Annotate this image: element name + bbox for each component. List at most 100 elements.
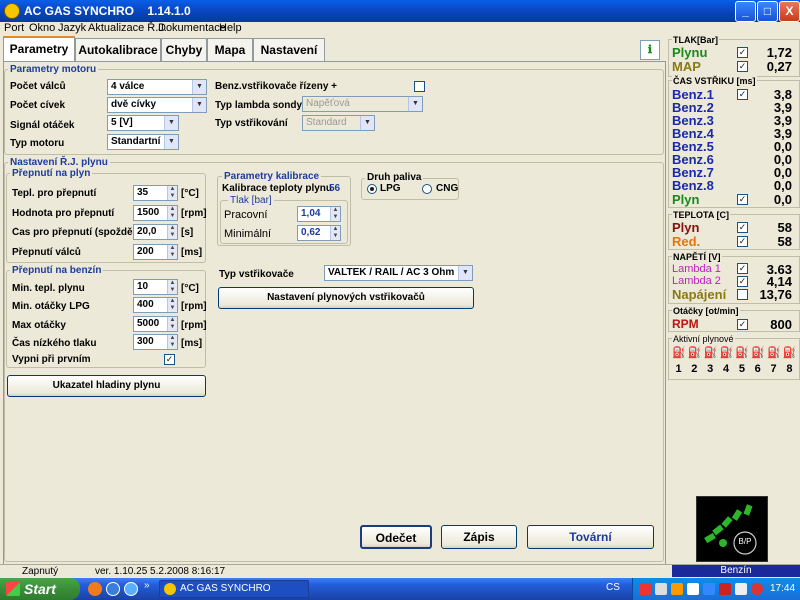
minimalni-input[interactable]: 0,62 ▲ ▼: [297, 225, 341, 241]
nastaveni-rj-title: Nastavení Ř.J. plynu: [8, 157, 110, 168]
menu-dokumentace[interactable]: Dokumentace: [158, 22, 226, 34]
napajeni-checkbox[interactable]: [737, 289, 748, 300]
pracovni-label: Pracovní: [224, 209, 268, 221]
menu-jazyk[interactable]: Jazyk: [58, 22, 86, 34]
hodnota-prepnuti-input[interactable]: 1500 ▲ ▼: [133, 205, 178, 221]
injector-numbers: 1 2 3 4 5 6 7 8: [672, 363, 796, 375]
spinner-arrows-icon[interactable]: ▲ ▼: [167, 206, 177, 220]
menu-aktualizace[interactable]: Aktualizace Ř.J.: [88, 22, 167, 34]
tab-parametry[interactable]: Parametry: [3, 36, 75, 62]
spinner-arrows-icon[interactable]: ▲ ▼: [167, 186, 177, 200]
browser-icon[interactable]: [106, 582, 120, 596]
tlak-map-value: 0,27: [766, 59, 792, 74]
nastaveni-vstrikovacu-button[interactable]: Nastavení plynových vstřikovačů: [218, 287, 474, 309]
tray-icon[interactable]: [655, 583, 667, 595]
min-otacky-lpg-input[interactable]: 400 ▲ ▼: [133, 297, 178, 313]
fuel-level-gauge[interactable]: B/P: [696, 496, 768, 562]
cng-radio[interactable]: [422, 184, 432, 194]
tlak-plynu-checkbox[interactable]: ✓: [737, 47, 748, 58]
tray-icon[interactable]: [687, 583, 699, 595]
tlak-map-checkbox[interactable]: ✓: [737, 61, 748, 72]
teplota-plyn-checkbox[interactable]: ✓: [737, 222, 748, 233]
benz1-checkbox[interactable]: ✓: [737, 89, 748, 100]
tepl-prepnuti-input[interactable]: 35 ▲ ▼: [133, 185, 178, 201]
cas-prepnuti-input[interactable]: 20,0 ▲ ▼: [133, 224, 178, 240]
typ-vstrikovani-label: Typ vstřikování: [215, 118, 288, 129]
spinner-arrows-icon[interactable]: ▲ ▼: [167, 298, 177, 312]
vypni-checkbox[interactable]: ✓: [164, 354, 175, 365]
lpg-radio[interactable]: [367, 184, 377, 194]
menu-port[interactable]: Port: [4, 22, 24, 34]
typ-motoru-select[interactable]: Standartní ▼: [107, 134, 179, 150]
menu-help[interactable]: Help: [219, 22, 242, 34]
close-button[interactable]: X: [779, 1, 800, 22]
ukazatel-hladiny-button[interactable]: Ukazatel hladiny plynu: [7, 375, 206, 397]
aktivni-title: Aktivní plynové: [672, 334, 735, 344]
menu-okno[interactable]: Okno: [29, 22, 55, 34]
pocet-civek-select[interactable]: dvě cívky ▼: [107, 97, 207, 113]
minimalni-label: Minimální: [224, 228, 272, 240]
maximize-button[interactable]: □: [757, 1, 778, 22]
vypni-label: Vypni při prvním: [12, 354, 91, 365]
benz-vstrikovace-checkbox[interactable]: [414, 81, 425, 92]
teplota-red-name: Red.: [672, 234, 701, 249]
min-tepl-plynu-input[interactable]: 10 ▲ ▼: [133, 279, 178, 295]
typ-vstrikovace-label: Typ vstřikovače: [219, 269, 294, 280]
pracovni-input[interactable]: 1,04 ▲ ▼: [297, 206, 341, 222]
signal-otacek-select[interactable]: 5 [V] ▼: [107, 115, 179, 131]
plyn-vstrik-checkbox[interactable]: ✓: [737, 194, 748, 205]
tray-icon[interactable]: [639, 583, 651, 595]
start-button[interactable]: Start: [0, 578, 80, 600]
right-panel: TLAK[Bar] Plynu ✓ 1,72 MAP ✓ 0,27 ČAS VS…: [668, 35, 800, 564]
tray-icon[interactable]: [671, 583, 683, 595]
tray-icon[interactable]: [751, 583, 763, 595]
max-otacky-input[interactable]: 5000 ▲ ▼: [133, 316, 178, 332]
odecet-button[interactable]: Odečet: [360, 525, 432, 549]
injector-number: 5: [738, 363, 745, 375]
rpm-checkbox[interactable]: ✓: [737, 319, 748, 330]
benz8-value: 0,0: [773, 178, 792, 193]
spinner-arrows-icon[interactable]: ▲ ▼: [167, 317, 177, 331]
spinner-arrows-icon[interactable]: ▲ ▼: [167, 280, 177, 294]
tray-icon[interactable]: [735, 583, 747, 595]
spinner-arrows-icon[interactable]: ▲ ▼: [330, 226, 340, 240]
cas-nizkeho-tlaku-input[interactable]: 300 ▲ ▼: [133, 334, 178, 350]
cas-prepnuti-unit: [s]: [181, 227, 194, 238]
lambda2-checkbox[interactable]: ✓: [737, 276, 748, 287]
injector-number: 1: [675, 363, 682, 375]
tab-nastaveni[interactable]: Nastavení: [253, 38, 325, 62]
tab-chyby[interactable]: Chyby: [161, 38, 207, 62]
cas-nizkeho-tlaku-unit: [ms]: [181, 338, 203, 349]
media-icon[interactable]: [124, 582, 138, 596]
spinner-arrows-icon[interactable]: ▲ ▼: [167, 225, 177, 239]
napajeni-name: Napájení: [672, 287, 727, 302]
spinner-arrows-icon[interactable]: ▲ ▼: [167, 335, 177, 349]
pocet-valcu-select[interactable]: 4 válce ▼: [107, 79, 207, 95]
injector-icon: ⛽: [687, 347, 702, 359]
spinner-arrows-icon[interactable]: ▲ ▼: [167, 245, 177, 259]
tray-icon[interactable]: [703, 583, 715, 595]
tab-autokalibrace[interactable]: Autokalibrace: [75, 38, 161, 62]
minimize-button[interactable]: _: [735, 1, 756, 22]
otacky-title: Otáčky [ot/min]: [672, 306, 740, 316]
clock[interactable]: 17:44: [770, 583, 795, 594]
tab-mapa[interactable]: Mapa: [207, 38, 253, 62]
typ-lambda-select[interactable]: Napěťová ▼: [302, 96, 423, 112]
kalibrace-teploty-label: Kalibrace teploty plynu: [222, 183, 333, 194]
language-indicator[interactable]: CS: [606, 582, 620, 593]
spinner-arrows-icon[interactable]: ▲ ▼: [330, 207, 340, 221]
chevron-down-icon: ▼: [164, 116, 178, 130]
info-icon[interactable]: ℹ: [640, 40, 660, 60]
teplota-red-checkbox[interactable]: ✓: [737, 236, 748, 247]
typ-vstrikovace-select[interactable]: VALTEK / RAIL / AC 3 Ohm ▼: [324, 265, 473, 281]
lambda1-checkbox[interactable]: ✓: [737, 263, 748, 274]
zapis-button[interactable]: Zápis: [441, 525, 517, 549]
quicklaunch-chevron-icon[interactable]: »: [144, 580, 150, 591]
title-bar[interactable]: AC GAS SYNCHRO 1.14.1.0 _ □ X: [0, 0, 800, 22]
tovarni-button[interactable]: Tovární: [527, 525, 654, 549]
tray-icon[interactable]: [719, 583, 731, 595]
prepnuti-valcu-input[interactable]: 200 ▲ ▼: [133, 244, 178, 260]
taskbar-item-acgas[interactable]: AC GAS SYNCHRO: [159, 580, 309, 598]
typ-vstrikovani-select[interactable]: Standard ▼: [302, 115, 375, 131]
firefox-icon[interactable]: [88, 582, 102, 596]
